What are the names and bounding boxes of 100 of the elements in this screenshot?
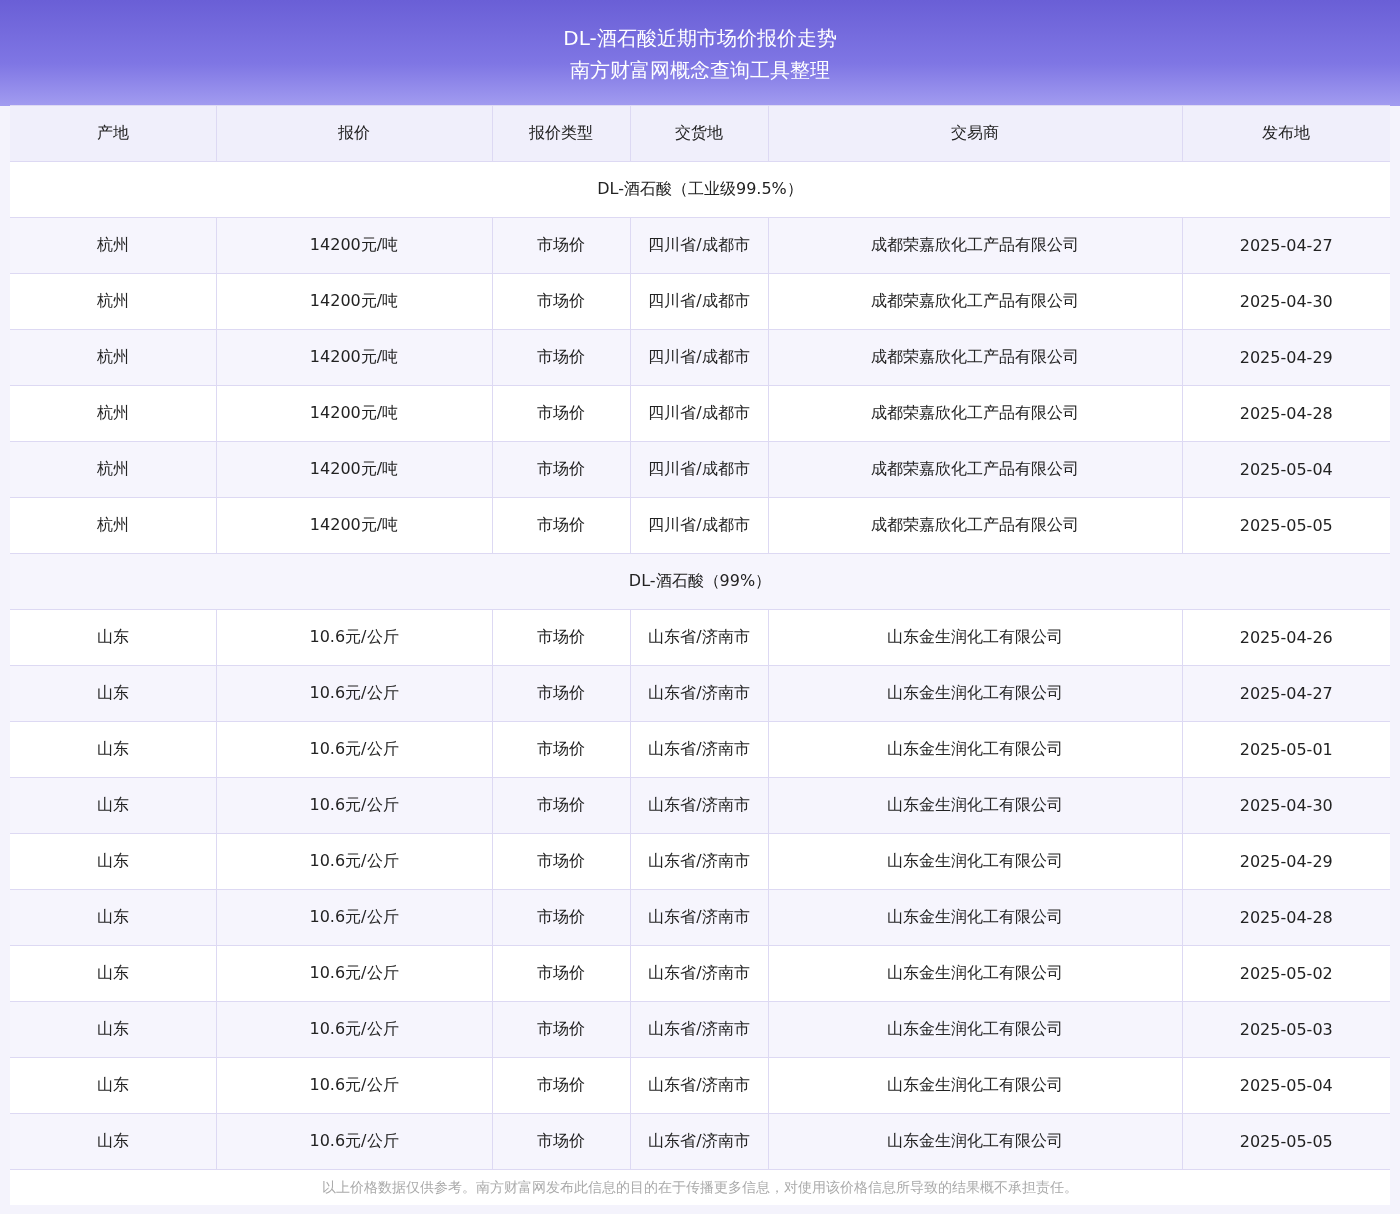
table-cell: 成都荣嘉欣化工产品有限公司	[768, 329, 1182, 386]
table-cell: 杭州	[10, 217, 216, 274]
table-cell: 杭州	[10, 273, 216, 330]
table-cell: 市场价	[492, 889, 630, 946]
table-cell: 山东	[10, 1057, 216, 1114]
group-header: DL-酒石酸（99%）	[10, 553, 1390, 610]
table-cell: 市场价	[492, 945, 630, 1002]
table-cell: 山东	[10, 665, 216, 722]
table-cell: 山东	[10, 833, 216, 890]
table-cell: 市场价	[492, 1057, 630, 1114]
table-cell: 山东省/济南市	[630, 665, 768, 722]
table-cell: 四川省/成都市	[630, 329, 768, 386]
table-cell: 山东省/济南市	[630, 945, 768, 1002]
table-cell: 山东省/济南市	[630, 1057, 768, 1114]
table-cell: 2025-04-30	[1182, 777, 1390, 834]
table-cell: 山东金生润化工有限公司	[768, 1057, 1182, 1114]
table-cell: 成都荣嘉欣化工产品有限公司	[768, 385, 1182, 442]
column-header: 交易商	[768, 105, 1182, 162]
table-cell: 山东省/济南市	[630, 1113, 768, 1170]
table-cell: 2025-04-29	[1182, 329, 1390, 386]
table-cell: 山东省/济南市	[630, 609, 768, 666]
table-cell: 2025-05-02	[1182, 945, 1390, 1002]
table-cell: 2025-05-03	[1182, 1001, 1390, 1058]
group-header: DL-酒石酸（工业级99.5%）	[10, 161, 1390, 218]
table-cell: 四川省/成都市	[630, 273, 768, 330]
table-cell: 市场价	[492, 441, 630, 498]
table-cell: 10.6元/公斤	[216, 665, 492, 722]
table-cell: 市场价	[492, 721, 630, 778]
table-cell: 2025-04-29	[1182, 833, 1390, 890]
table-cell: 山东	[10, 945, 216, 1002]
table-cell: 山东省/济南市	[630, 1001, 768, 1058]
table-cell: 山东省/济南市	[630, 833, 768, 890]
table-cell: 成都荣嘉欣化工产品有限公司	[768, 497, 1182, 554]
table-cell: 市场价	[492, 273, 630, 330]
table-cell: 14200元/吨	[216, 329, 492, 386]
table-cell: 山东金生润化工有限公司	[768, 777, 1182, 834]
table-cell: 10.6元/公斤	[216, 777, 492, 834]
table-cell: 市场价	[492, 833, 630, 890]
table-cell: 10.6元/公斤	[216, 1001, 492, 1058]
table-cell: 2025-04-28	[1182, 385, 1390, 442]
table-cell: 2025-04-28	[1182, 889, 1390, 946]
column-header: 发布地	[1182, 105, 1390, 162]
table-cell: 14200元/吨	[216, 441, 492, 498]
table-cell: 2025-05-04	[1182, 1057, 1390, 1114]
table-cell: 山东	[10, 609, 216, 666]
table-cell: 山东金生润化工有限公司	[768, 833, 1182, 890]
table-cell: 山东金生润化工有限公司	[768, 945, 1182, 1002]
table-cell: 14200元/吨	[216, 273, 492, 330]
table-cell: 市场价	[492, 329, 630, 386]
table-cell: 2025-05-04	[1182, 441, 1390, 498]
table-cell: 14200元/吨	[216, 385, 492, 442]
column-header: 交货地	[630, 105, 768, 162]
table-cell: 山东省/济南市	[630, 721, 768, 778]
table-cell: 2025-04-27	[1182, 217, 1390, 274]
table-cell: 10.6元/公斤	[216, 889, 492, 946]
table-cell: 成都荣嘉欣化工产品有限公司	[768, 217, 1182, 274]
table-cell: 14200元/吨	[216, 497, 492, 554]
table-cell: 山东金生润化工有限公司	[768, 665, 1182, 722]
table-cell: 四川省/成都市	[630, 441, 768, 498]
table-cell: 杭州	[10, 441, 216, 498]
table-cell: 10.6元/公斤	[216, 721, 492, 778]
table-cell: 山东金生润化工有限公司	[768, 721, 1182, 778]
table-cell: 市场价	[492, 1001, 630, 1058]
table-cell: 山东	[10, 889, 216, 946]
table-cell: 山东金生润化工有限公司	[768, 889, 1182, 946]
table-cell: 山东省/济南市	[630, 777, 768, 834]
table-cell: 山东省/济南市	[630, 889, 768, 946]
column-header: 产地	[10, 105, 216, 162]
table-cell: 山东金生润化工有限公司	[768, 609, 1182, 666]
table-cell: 杭州	[10, 497, 216, 554]
table-cell: 山东	[10, 1001, 216, 1058]
table-cell: 市场价	[492, 385, 630, 442]
table-cell: 四川省/成都市	[630, 497, 768, 554]
table-cell: 10.6元/公斤	[216, 1113, 492, 1170]
table-cell: 山东	[10, 721, 216, 778]
table-cell: 市场价	[492, 217, 630, 274]
table-cell: 杭州	[10, 385, 216, 442]
table-cell: 杭州	[10, 329, 216, 386]
table-cell: 2025-05-05	[1182, 497, 1390, 554]
table-cell: 成都荣嘉欣化工产品有限公司	[768, 273, 1182, 330]
table-cell: 2025-04-26	[1182, 609, 1390, 666]
table-cell: 山东金生润化工有限公司	[768, 1001, 1182, 1058]
table-cell: 市场价	[492, 777, 630, 834]
table-cell: 山东	[10, 1113, 216, 1170]
table-cell: 山东	[10, 777, 216, 834]
table-cell: 四川省/成都市	[630, 217, 768, 274]
table-cell: 2025-05-01	[1182, 721, 1390, 778]
table-cell: 山东金生润化工有限公司	[768, 1113, 1182, 1170]
table-cell: 2025-05-05	[1182, 1113, 1390, 1170]
table-cell: 市场价	[492, 497, 630, 554]
disclaimer-text: 以上价格数据仅供参考。南方财富网发布此信息的目的在于传播更多信息，对使用该价格信息所导致的结果概不承担责任。	[322, 1179, 1078, 1195]
table-cell: 14200元/吨	[216, 217, 492, 274]
table-cell: 10.6元/公斤	[216, 609, 492, 666]
table-cell: 四川省/成都市	[630, 385, 768, 442]
page-subtitle: 南方财富网概念查询工具整理	[569, 57, 831, 84]
table-cell: 成都荣嘉欣化工产品有限公司	[768, 441, 1182, 498]
table-cell: 2025-04-30	[1182, 273, 1390, 330]
column-header: 报价	[216, 105, 492, 162]
table-cell: 市场价	[492, 609, 630, 666]
table-cell: 市场价	[492, 665, 630, 722]
